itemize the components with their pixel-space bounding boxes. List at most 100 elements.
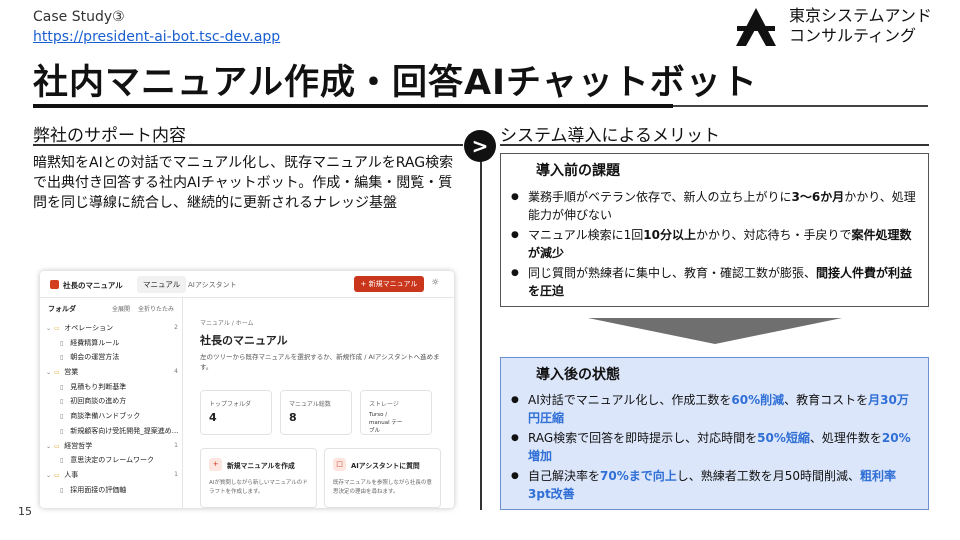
stat-value: 8: [289, 411, 297, 424]
highlight-text: 70%まで向上: [600, 469, 677, 483]
item-text: 、処理件数を: [809, 431, 882, 445]
chevron-down-icon: ⌄: [46, 471, 52, 479]
list-item: RAG検索で回答を即時提示し、対応時間を50%短縮、処理件数を20%増加: [511, 429, 916, 465]
case-study-link[interactable]: https://president-ai-bot.tsc-dev.app: [33, 29, 280, 45]
tree-label: 初回商談の進め方: [68, 397, 127, 406]
after-list: AI対話でマニュアル化し、作成工数を60%削減、教育コストを月30万円圧縮RAG…: [511, 391, 916, 503]
tree-document[interactable]: ▯ 採用面接の評価軸: [40, 483, 183, 498]
folder-sidebar: フォルダ 全展開 全折りたたみ ⌄ ▭ オペレーション 2 ▯ 経費精算ルール ▯ 朝会…: [40, 298, 183, 508]
tree-document[interactable]: ▯ 商談準備ハンドブック: [40, 409, 183, 424]
company-name-line2: コンサルティング: [789, 26, 917, 45]
document-icon: ▯: [60, 339, 64, 347]
company-name-line1: 東京システムアンド: [789, 6, 932, 25]
support-heading-rule: [33, 144, 463, 146]
document-icon: ▯: [60, 354, 64, 362]
tree-label: 経費精算ルール: [68, 338, 120, 347]
stat-card-manual-count: マニュアル総数 8: [280, 390, 352, 435]
tab-manual[interactable]: マニュアル: [137, 276, 187, 293]
list-item: 自己解決率を70%まで向上し、熟練者工数を月50時間削減、粗利率3pt改善: [511, 467, 916, 503]
item-text: 同じ質問が熟練者に集中し、教育・確認工数が膨張、: [528, 266, 817, 280]
page-number: 15: [18, 505, 32, 518]
folder-tree: ⌄ ▭ オペレーション 2 ▯ 経費精算ルール ▯ 朝会の運営方法 ⌄ ▭ 営業 4 ▯ 見積も…: [40, 321, 183, 497]
folder-icon: ▭: [54, 325, 60, 332]
highlight-text: 50%短縮: [757, 431, 810, 445]
folder-icon: ▭: [54, 471, 60, 479]
action-description: AIが質問しながら新しいマニュアルのドラフトを作成します。: [209, 480, 308, 495]
tree-document[interactable]: ▯ 新規顧客向け受託開発_提案進め...: [40, 424, 183, 439]
tree-folder[interactable]: ⌄ ▭ 営業 4: [40, 365, 183, 380]
highlight-text: 60%削減: [731, 393, 785, 407]
ask-ai-card[interactable]: □ AIアシスタントに質問 既存マニュアルを参照しながら社長の意思決定の理由を尋…: [324, 448, 441, 508]
tree-document[interactable]: ▯ 朝会の運営方法: [40, 350, 183, 365]
tree-document[interactable]: ▯ 意思決定のフレームワーク: [40, 453, 183, 468]
item-text: 、教育コストを: [784, 393, 869, 407]
section-divider: [480, 150, 482, 510]
tree-label: オペレーション: [62, 324, 114, 332]
stat-card-storage: ストレージ Turso / manual テーブル: [360, 390, 432, 435]
tree-label: 見積もり判断基準: [68, 382, 127, 391]
action-title: AIアシスタントに質問: [351, 462, 420, 470]
new-manual-button[interactable]: + 新規マニュアル: [354, 276, 424, 292]
tree-label: 商談準備ハンドブック: [68, 412, 141, 421]
document-icon: ▯: [60, 486, 64, 494]
main-description: 左のツリーから既存マニュアルを選択するか、新規作成 / AIアシスタントへ進めま…: [200, 353, 440, 371]
app-name: 社長のマニュアル: [63, 281, 123, 290]
list-item: 業務手順がベテラン依存で、新人の立ち上がりに3〜6か月かかり、処理能力が伸びない: [511, 188, 916, 224]
stat-label: マニュアル総数: [289, 401, 331, 408]
main-title: 社長のマニュアル: [200, 334, 288, 347]
collapse-all-button[interactable]: 全折りたたみ: [138, 304, 174, 313]
before-title: 導入前の課題: [536, 163, 620, 179]
document-icon: ▯: [60, 413, 64, 421]
after-box: 導入後の状態 AI対話でマニュアル化し、作成工数を60%削減、教育コストを月30…: [500, 357, 929, 510]
merit-heading: システム導入によるメリット: [500, 126, 720, 146]
case-study-label: Case Study③: [33, 9, 125, 25]
tree-document[interactable]: ▯ 見積もり判断基準: [40, 380, 183, 395]
before-list: 業務手順がベテラン依存で、新人の立ち上がりに3〜6か月かかり、処理能力が伸びない…: [511, 188, 916, 300]
stat-value: 4: [209, 411, 217, 424]
before-box: 導入前の課題 業務手順がベテラン依存で、新人の立ち上がりに3〜6か月かかり、処理…: [500, 153, 929, 307]
chevron-down-icon: ⌄: [46, 442, 52, 450]
document-icon: ▯: [60, 427, 64, 435]
create-manual-card[interactable]: + 新規マニュアルを作成 AIが質問しながら新しいマニュアルのドラフトを作成しま…: [200, 448, 317, 508]
merit-heading-rule: [500, 144, 929, 146]
sidebar-title: フォルダ: [48, 305, 76, 313]
chevron-down-icon: ⌄: [46, 369, 52, 377]
support-heading: 弊社のサポート内容: [33, 126, 186, 146]
tree-folder[interactable]: ⌄ ▭ 経営哲学 1: [40, 439, 183, 454]
highlight-text: 10分以上: [643, 228, 696, 242]
stat-value: Turso / manual テーブル: [369, 412, 403, 434]
breadcrumb: マニュアル / ホーム: [200, 320, 254, 327]
item-text: かかり、対応待ち・手戻りで: [695, 228, 852, 242]
chevron-right-icon: >: [464, 130, 496, 162]
highlight-text: 3〜6か月: [791, 190, 845, 204]
tree-document[interactable]: ▯ 初回商談の進め方: [40, 394, 183, 409]
list-item: マニュアル検索に1回10分以上かかり、対応待ち・手戻りで案件処理数が減少: [511, 226, 916, 262]
stat-label: ストレージ: [369, 401, 399, 408]
app-logo-icon: [50, 280, 59, 289]
item-text: マニュアル検索に1回: [528, 228, 644, 242]
app-header: 社長のマニュアル マニュアル AIアシスタント + 新規マニュアル ☼: [40, 271, 454, 298]
folder-count: 1: [174, 470, 178, 478]
plus-icon: +: [209, 458, 222, 471]
expand-all-button[interactable]: 全展開: [112, 304, 130, 313]
folder-count: 1: [174, 441, 178, 449]
item-text: し、熟練者工数を月50時間削減、: [676, 469, 861, 483]
down-arrow-icon: [588, 318, 842, 344]
folder-icon: ▭: [54, 442, 60, 450]
folder-icon: ▭: [54, 369, 60, 377]
document-icon: ▯: [60, 457, 64, 465]
app-main: マニュアル / ホーム 社長のマニュアル 左のツリーから既存マニュアルを選択する…: [184, 298, 454, 508]
tree-folder[interactable]: ⌄ ▭ 人事 1: [40, 468, 183, 483]
tree-document[interactable]: ▯ 経費精算ルール: [40, 336, 183, 351]
tree-label: 営業: [62, 368, 79, 377]
document-icon: ▯: [60, 398, 64, 406]
action-title: 新規マニュアルを作成: [227, 462, 295, 470]
settings-icon[interactable]: ☼: [431, 278, 439, 288]
tree-label: 採用面接の評価軸: [68, 485, 127, 494]
title-underline: [33, 104, 673, 108]
tree-folder[interactable]: ⌄ ▭ オペレーション 2: [40, 321, 183, 336]
stat-label: トップフォルダ: [209, 401, 252, 408]
tab-ai-assistant[interactable]: AIアシスタント: [188, 280, 237, 290]
chat-icon: □: [333, 458, 346, 471]
list-item: 同じ質問が熟練者に集中し、教育・確認工数が膨張、間接人件費が利益を圧迫: [511, 264, 916, 300]
